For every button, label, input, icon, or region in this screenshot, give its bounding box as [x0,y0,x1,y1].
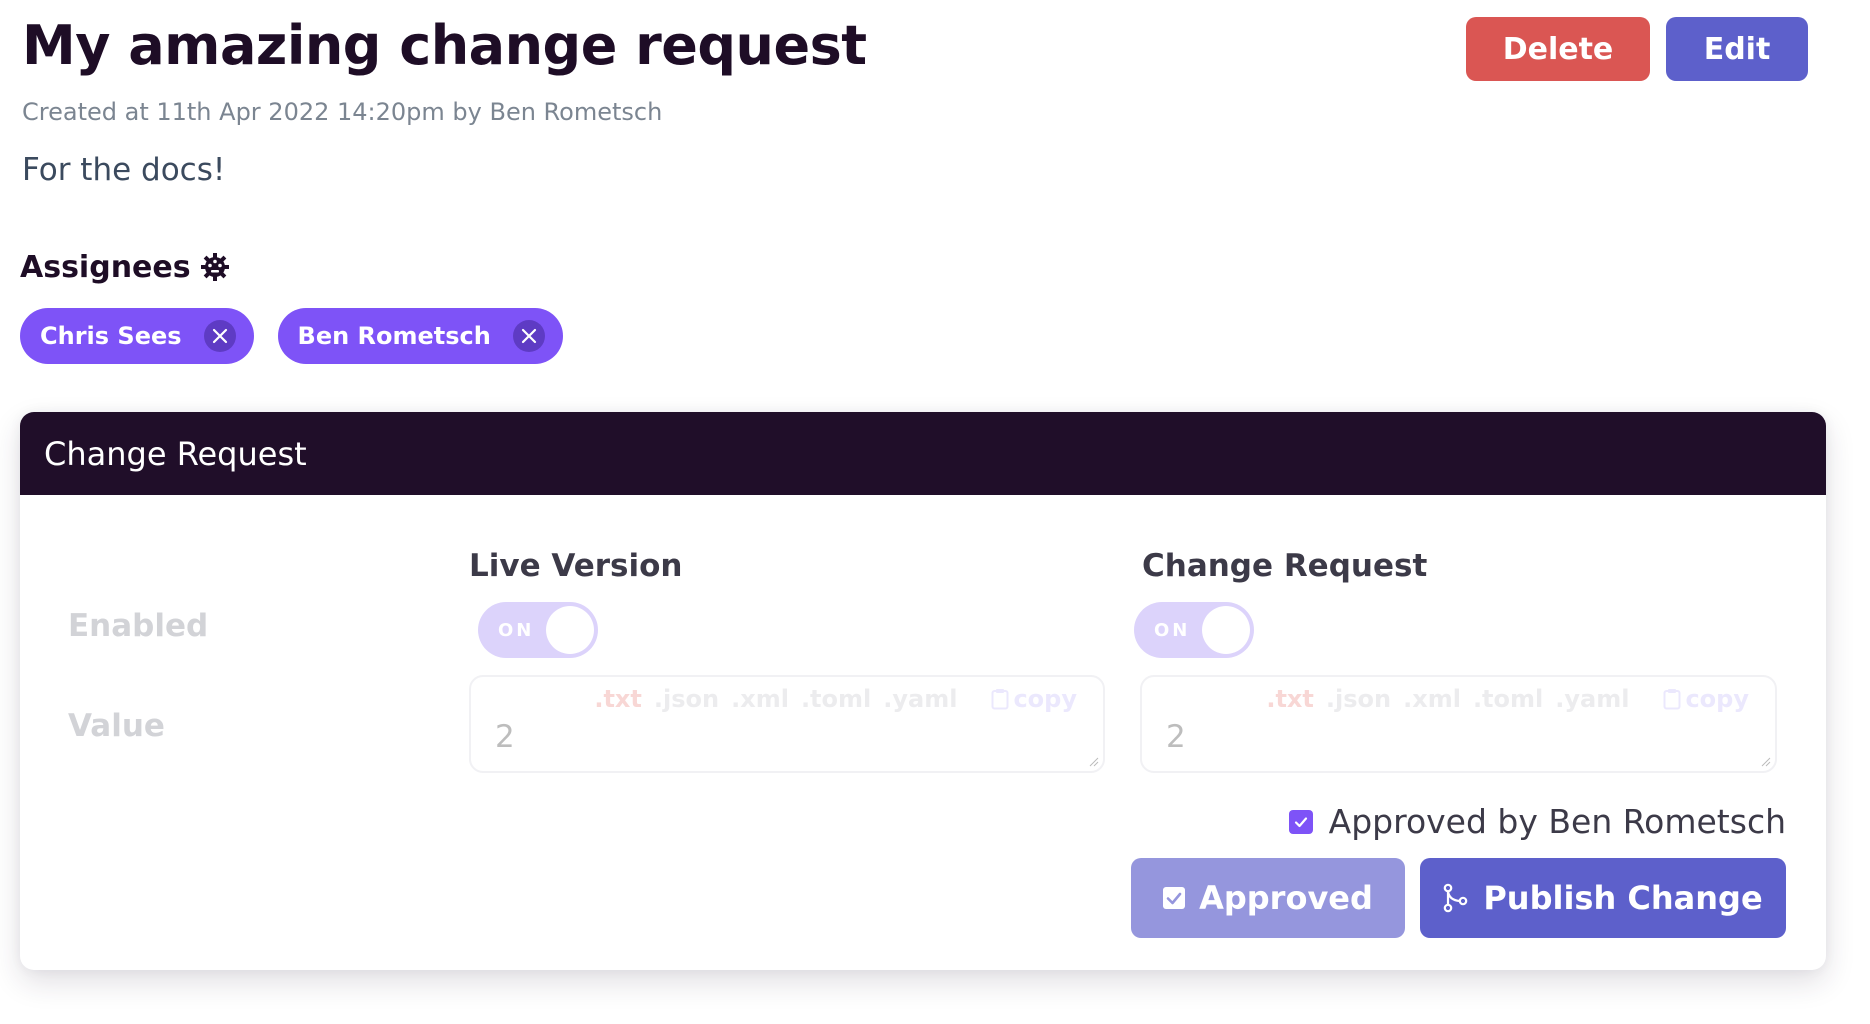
page-title: My amazing change request [22,14,867,77]
format-xml[interactable]: .xml [1403,685,1461,713]
live-value-field[interactable]: .txt .json .xml .toml .yaml copy 2 [469,675,1105,773]
git-merge-icon [1444,883,1468,913]
format-toml[interactable]: .toml [1473,685,1543,713]
card-header: Change Request [20,412,1826,495]
approval-status: Approved by Ben Rometsch [1288,802,1786,841]
format-toml[interactable]: .toml [801,685,871,713]
format-options: .txt .json .xml .toml .yaml copy [1266,685,1749,713]
change-request-heading: Change Request [1142,548,1428,584]
approved-button-label: Approved [1199,879,1373,917]
value-label: Value [68,708,165,744]
toggle-knob [1202,606,1250,654]
assignee-chip: Ben Rometsch [277,308,563,364]
assignees-label: Assignees [20,250,191,285]
format-txt[interactable]: .txt [594,685,642,713]
close-icon [521,328,536,344]
resize-handle-icon[interactable] [1087,755,1099,767]
copy-button[interactable]: copy [991,685,1077,713]
approved-button[interactable]: Approved [1131,858,1405,938]
change-enabled-toggle[interactable]: ON [1134,602,1254,658]
copy-label: copy [1685,685,1749,713]
toggle-label: ON [498,619,535,641]
format-yaml[interactable]: .yaml [883,685,957,713]
publish-button-label: Publish Change [1483,879,1763,917]
checkbox-checked-icon [1163,887,1186,909]
assignee-chip: Chris Sees [20,308,254,364]
check-icon [1294,816,1307,827]
remove-assignee-button[interactable] [203,320,236,352]
format-options: .txt .json .xml .toml .yaml copy [594,685,1077,713]
copy-label: copy [1013,685,1077,713]
assignee-name: Chris Sees [40,322,182,350]
gear-icon[interactable] [200,252,230,282]
copy-button[interactable]: copy [1663,685,1749,713]
toggle-knob [546,606,594,654]
format-txt[interactable]: .txt [1266,685,1314,713]
edit-button[interactable]: Edit [1666,17,1808,81]
clipboard-icon [991,689,1009,710]
remove-assignee-button[interactable] [512,320,545,352]
created-info: Created at 11th Apr 2022 14:20pm by Ben … [22,98,663,126]
card-title: Change Request [44,434,307,473]
close-icon [212,328,227,344]
description: For the docs! [22,152,226,188]
delete-button[interactable]: Delete [1466,17,1650,81]
approved-checkbox[interactable] [1288,809,1313,834]
live-version-heading: Live Version [469,548,683,584]
assignee-list: Chris Sees Ben Rometsch [20,308,563,364]
change-value-field[interactable]: .txt .json .xml .toml .yaml copy 2 [1140,675,1777,773]
live-enabled-toggle[interactable]: ON [478,602,598,658]
clipboard-icon [1663,689,1681,710]
change-value: 2 [1166,719,1186,755]
resize-handle-icon[interactable] [1759,755,1771,767]
change-request-card: Change Request Enabled Value Live Versio… [20,412,1826,970]
toggle-label: ON [1154,619,1191,641]
publish-change-button[interactable]: Publish Change [1420,858,1786,938]
enabled-label: Enabled [68,608,209,644]
assignee-name: Ben Rometsch [297,322,491,350]
approved-by-text: Approved by Ben Rometsch [1328,802,1786,841]
format-json[interactable]: .json [654,685,719,713]
format-xml[interactable]: .xml [731,685,789,713]
format-yaml[interactable]: .yaml [1555,685,1629,713]
live-value: 2 [495,719,515,755]
format-json[interactable]: .json [1326,685,1391,713]
